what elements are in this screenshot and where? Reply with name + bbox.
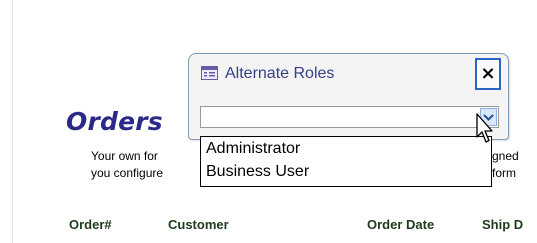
- role-combo-box[interactable]: [200, 106, 499, 128]
- description-line-2-tail: form: [492, 166, 516, 180]
- role-dropdown-list: Administrator Business User: [200, 136, 492, 187]
- description-line-2: you configure: [91, 166, 164, 180]
- description-line-1-tail: gned: [492, 149, 519, 163]
- column-header-customer[interactable]: Customer: [168, 217, 229, 232]
- column-header-order-number[interactable]: Order#: [69, 217, 112, 232]
- column-header-ship-date[interactable]: Ship D: [482, 217, 523, 232]
- form-icon: [201, 66, 218, 80]
- description-line-1: Your own for: [91, 149, 158, 163]
- dialog-titlebar[interactable]: Alternate Roles ×: [189, 54, 508, 100]
- dialog-title: Alternate Roles: [225, 65, 335, 82]
- mouse-cursor-icon: [476, 113, 493, 143]
- dropdown-option-business-user[interactable]: Business User: [206, 163, 309, 185]
- close-icon: ×: [480, 63, 496, 84]
- page-title: Orders: [66, 107, 163, 136]
- page-left-divider: [12, 0, 13, 243]
- column-header-order-date[interactable]: Order Date: [367, 217, 434, 232]
- alternate-roles-dialog: Alternate Roles ×: [188, 53, 509, 140]
- close-button[interactable]: ×: [475, 58, 501, 90]
- dropdown-option-administrator[interactable]: Administrator: [206, 140, 300, 162]
